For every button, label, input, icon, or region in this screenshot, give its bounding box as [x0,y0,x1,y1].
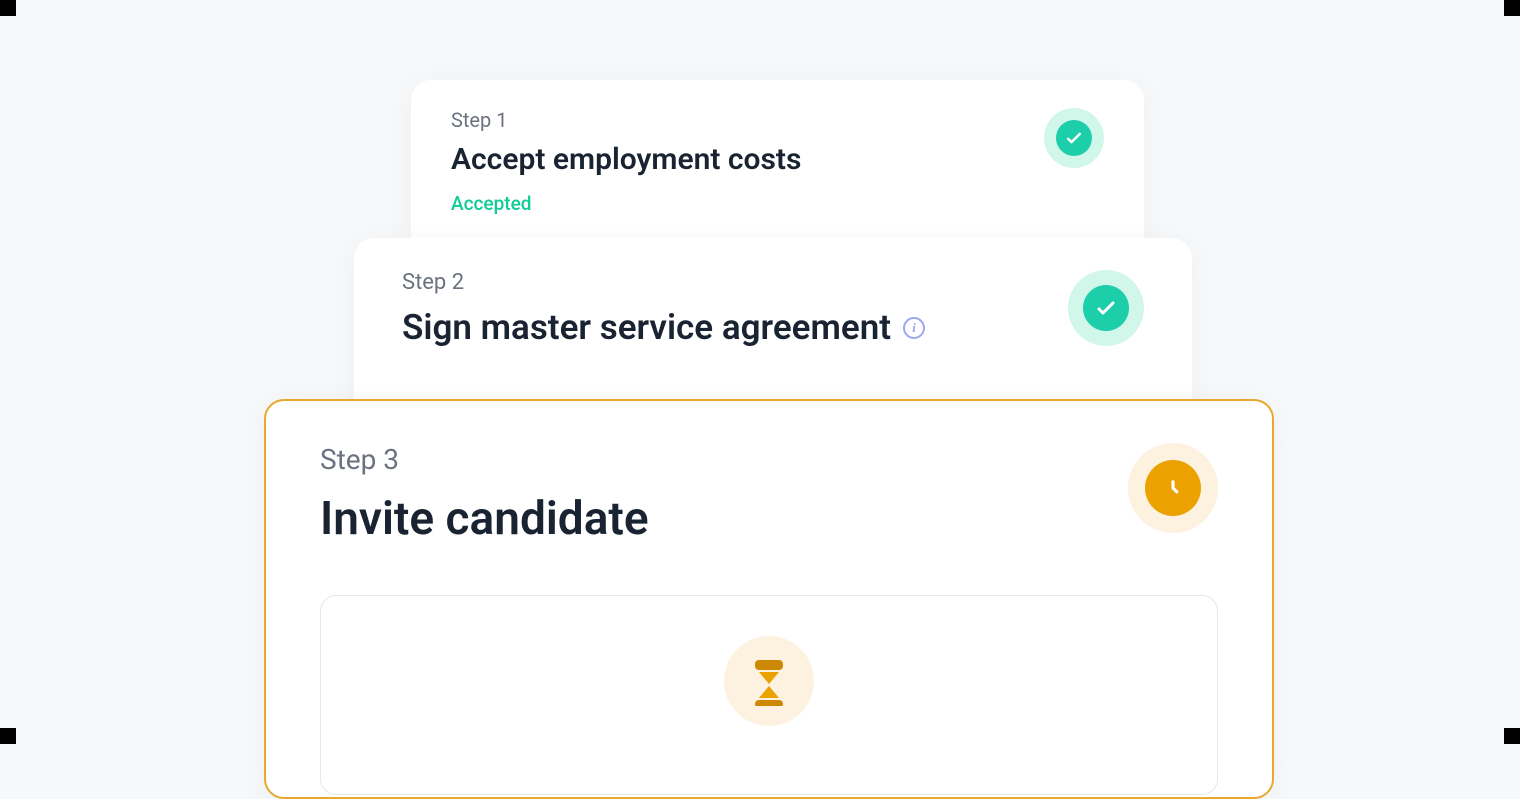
status-complete-icon [1044,108,1104,168]
step-label: Step 3 [320,443,1218,476]
step-title: Accept employment costs [451,142,1104,178]
step-status: Accepted [451,192,1104,215]
step-card-3[interactable]: Step 3 Invite candidate [264,399,1274,799]
step-card-1[interactable]: Step 1 Accept employment costs Accepted [411,80,1144,260]
step-label: Step 1 [451,108,1104,132]
step-title: Invite candidate [320,492,1218,547]
status-complete-icon [1068,270,1144,346]
step-label: Step 2 [402,270,1144,295]
hourglass-icon [724,636,814,726]
status-pending-icon [1128,443,1218,533]
candidate-panel [320,595,1218,795]
info-icon[interactable]: i [903,317,925,339]
step-title: Sign master service agreement i [402,307,1144,349]
